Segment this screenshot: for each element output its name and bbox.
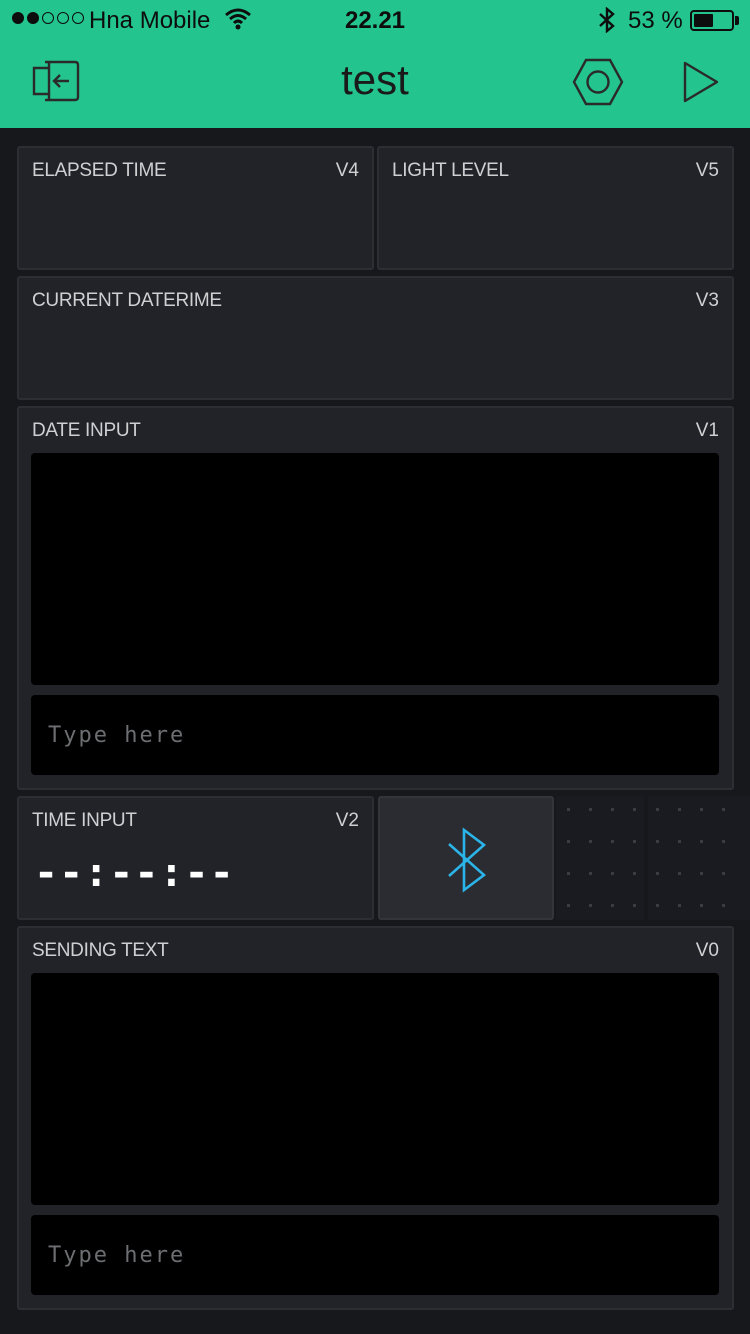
widget-label: DATE INPUT: [32, 420, 141, 441]
widget-pin: V0: [695, 940, 719, 961]
widget-label: CURRENT DATERIME: [32, 290, 222, 311]
time-input-widget[interactable]: TIME INPUT V2 --:--:--: [17, 796, 374, 920]
play-icon[interactable]: [682, 61, 720, 108]
app-title: test: [341, 56, 409, 103]
battery-percent: 53 %: [628, 7, 683, 34]
widget-pin: V4: [335, 160, 359, 181]
current-datetime-widget[interactable]: CURRENT DATERIME V3: [17, 276, 734, 400]
bluetooth-icon: [444, 827, 490, 898]
sending-text-widget[interactable]: SENDING TEXT V0: [17, 926, 734, 1310]
battery-level: [694, 14, 714, 27]
elapsed-time-widget[interactable]: ELAPSED TIME V4: [17, 146, 374, 270]
settings-hexagon-icon[interactable]: [572, 57, 624, 112]
widget-pin: V5: [695, 160, 719, 181]
terminal-output: [31, 453, 719, 685]
time-value[interactable]: --:--:--: [34, 850, 235, 896]
widget-label: SENDING TEXT: [32, 940, 169, 961]
widget-label: TIME INPUT: [32, 810, 137, 831]
widget-pin: V1: [695, 420, 719, 441]
widget-pin: V3: [695, 290, 719, 311]
status-bar: Hna Mobile 22.21 53 %: [0, 0, 750, 40]
empty-grid-area[interactable]: [556, 796, 750, 920]
battery-icon: [690, 10, 734, 31]
terminal-output: [31, 973, 719, 1205]
sending-text-input[interactable]: [31, 1215, 719, 1295]
date-input-widget[interactable]: DATE INPUT V1: [17, 406, 734, 790]
widget-label: LIGHT LEVEL: [392, 160, 509, 181]
app-header: Hna Mobile 22.21 53 % test: [0, 0, 750, 128]
widget-pin: V2: [335, 810, 359, 831]
bluetooth-status-icon: [597, 6, 617, 40]
battery-tip: [735, 16, 739, 25]
date-text-input[interactable]: [31, 695, 719, 775]
widget-label: ELAPSED TIME: [32, 160, 167, 181]
light-level-widget[interactable]: LIGHT LEVEL V5: [377, 146, 734, 270]
bluetooth-button[interactable]: [378, 796, 554, 920]
